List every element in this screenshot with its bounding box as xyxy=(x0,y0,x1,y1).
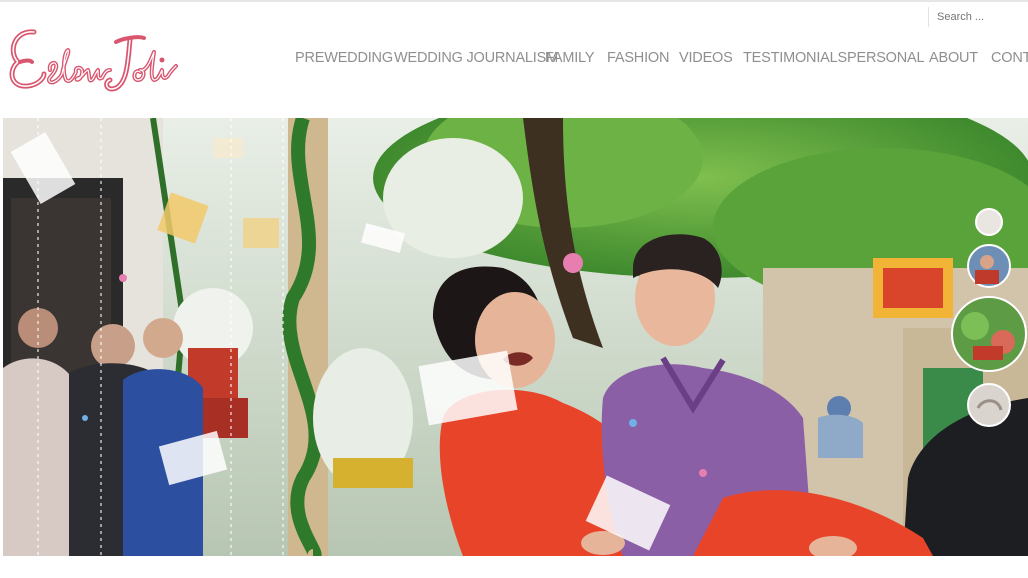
nav-item-about[interactable]: ABOUT xyxy=(929,50,978,66)
nav-item-wedding-journalism[interactable]: WEDDING JOURNALISM xyxy=(394,50,558,66)
nav-item-testimonials[interactable]: TESTIMONIALS xyxy=(743,50,847,66)
search-box[interactable] xyxy=(928,7,1028,27)
nav-item-videos[interactable]: VIDEOS xyxy=(679,50,733,66)
search-input[interactable] xyxy=(937,11,1027,23)
top-border xyxy=(0,0,1028,2)
slider-thumbnails xyxy=(951,208,1027,427)
eclairjoli-logo-icon xyxy=(9,29,178,92)
nav-item-prewedding[interactable]: PREWEDDING xyxy=(295,50,393,66)
nav-item-contact[interactable]: CONTA xyxy=(991,50,1028,66)
street-thumbnail-icon[interactable] xyxy=(975,208,1003,236)
nav-item-fashion[interactable]: FASHION xyxy=(607,50,669,66)
hero-slider[interactable] xyxy=(3,118,1028,556)
nav-item-personal[interactable]: PERSONAL xyxy=(847,50,925,66)
dot-thumbnail-icon[interactable] xyxy=(967,383,1011,427)
site-logo[interactable] xyxy=(4,22,180,98)
couple-thumbnail-icon[interactable] xyxy=(967,244,1011,288)
nav-item-family[interactable]: FAMILY xyxy=(545,50,594,66)
tree-thumbnail-icon[interactable] xyxy=(951,296,1027,372)
